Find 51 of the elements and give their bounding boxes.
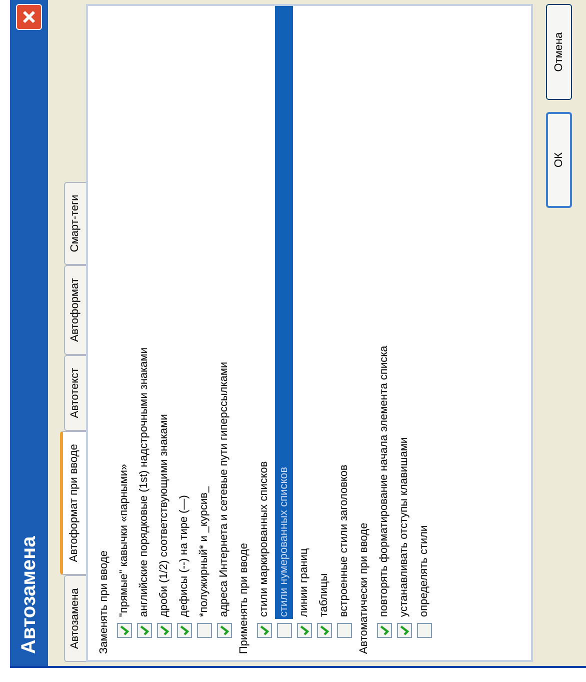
tab[interactable]: Автоформат при вводе [60,431,86,576]
check-icon [118,625,130,636]
close-button[interactable] [16,4,42,30]
section-heading: Применять при вводе [237,543,251,656]
checkbox[interactable] [216,623,232,638]
option-label[interactable]: английские порядковые (1st) надстрочными знаками [135,347,153,619]
option-label[interactable]: повторять форматирование начала элемента списка [375,346,393,619]
checkbox[interactable] [196,623,212,638]
option-label[interactable]: линии границ [295,548,313,619]
cancel-button[interactable]: Отмена [546,4,572,100]
checkbox[interactable] [416,623,432,638]
option-label[interactable]: адреса Интернета и сетевые пути гиперссылками [215,362,233,619]
check-icon [398,625,410,636]
check-icon [178,625,190,636]
section-heading: Автоматически при вводе [357,522,371,656]
checkbox[interactable] [396,623,412,638]
section-heading: Заменять при вводе [97,550,111,656]
option-label[interactable]: определять стили [415,525,433,619]
checkbox[interactable] [376,623,392,638]
checkbox[interactable] [156,623,172,638]
window-title: Автозамена [17,536,41,654]
option-label[interactable]: дроби (1/2) соответствующими знаками [155,414,173,619]
checkbox[interactable] [116,623,132,638]
option-label[interactable]: устанавливать отступы клавишами [395,437,413,619]
checkbox[interactable] [136,623,152,638]
check-icon [318,625,330,636]
checkbox[interactable] [176,623,192,638]
tab[interactable]: Автотекст [64,354,86,432]
check-icon [218,625,230,636]
check-icon [138,625,150,636]
checkbox[interactable] [296,623,312,638]
checkbox[interactable] [316,623,332,638]
check-icon [158,625,170,636]
checkbox[interactable] [336,623,352,638]
option-label[interactable]: *полужирный* и _курсив_ [195,486,213,619]
checkbox[interactable] [256,623,272,638]
tab[interactable]: Смарт-теги [64,182,86,266]
tab[interactable]: Автозамена [64,575,86,662]
check-icon [298,625,310,636]
option-label[interactable]: таблицы [315,573,333,619]
option-label[interactable]: дефисы (--) на тире (—) [175,495,193,619]
option-label[interactable]: встроенные стили заголовков [335,464,353,619]
check-icon [378,625,390,636]
option-label[interactable]: стили нумерованных списков [275,6,293,619]
option-label[interactable]: стили маркированных списков [255,461,273,619]
check-icon [258,625,270,636]
tab[interactable]: Автоформат [64,265,86,355]
option-label[interactable]: "прямые" кавычки «парными» [115,464,133,619]
checkbox[interactable] [276,623,292,638]
ok-button[interactable]: ОК [546,112,572,208]
close-icon [21,9,37,25]
